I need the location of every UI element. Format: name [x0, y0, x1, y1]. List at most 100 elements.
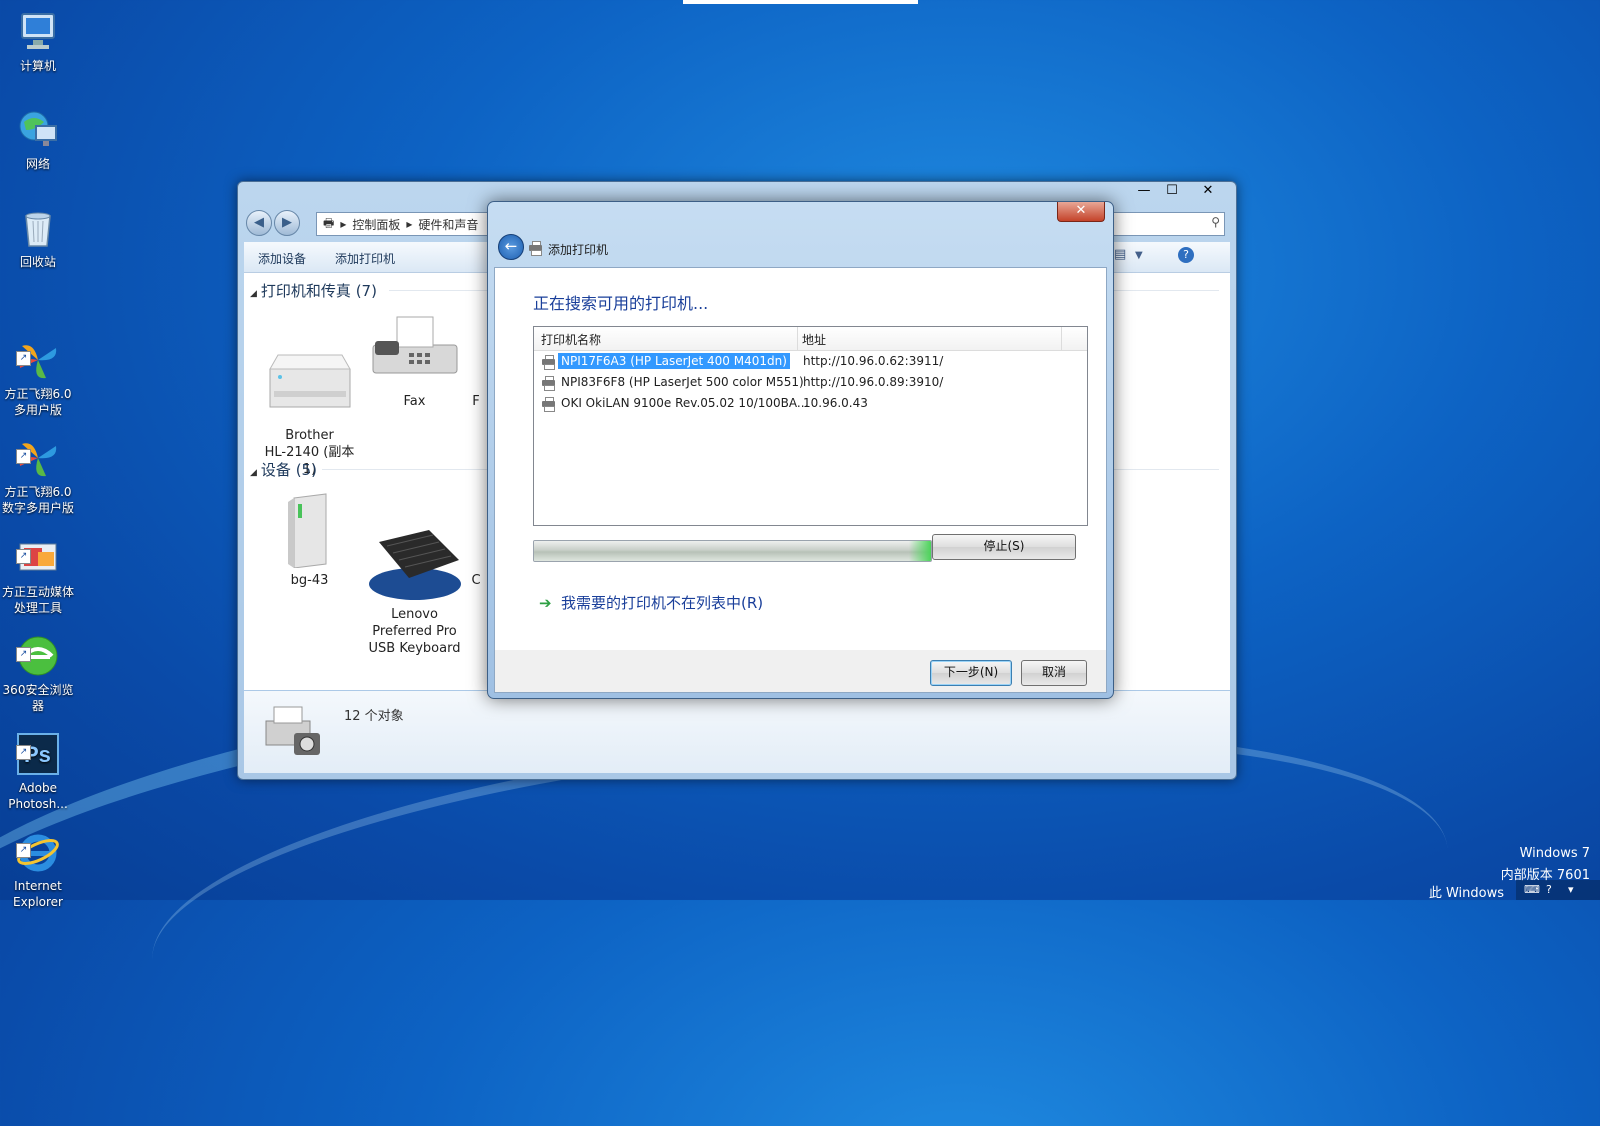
device-label: F: [472, 394, 480, 409]
collapse-triangle-icon: ◢: [250, 468, 257, 478]
dialog-title: 添加打印机: [548, 243, 609, 257]
dialog-close-button[interactable]: ✕: [1057, 202, 1105, 222]
device-label: bg-43: [290, 573, 329, 588]
chevron-down-icon[interactable]: ▾: [1568, 883, 1574, 896]
add-device-button[interactable]: 添加设备: [258, 250, 306, 267]
keyboard-tray-icon[interactable]: ⌨: [1524, 883, 1540, 896]
founder-feixiang-icon: ↗: [16, 322, 60, 379]
printers-group-header[interactable]: ◢ 打印机和传真 (7): [250, 280, 377, 301]
group-title: 设备 (5): [260, 461, 317, 479]
desktop-icon-label: Internet Explorer: [13, 879, 63, 909]
search-progress-bar: [533, 540, 932, 562]
devices-group-header[interactable]: ◢ 设备 (5): [250, 459, 317, 480]
printer-not-listed-link[interactable]: ➔ 我需要的打印机不在列表中(R): [539, 592, 763, 613]
founder-media-tool-icon: ↗: [16, 520, 60, 571]
address-bar[interactable]: 🖶 ▸ 控制面板 ▸ 硬件和声音: [316, 212, 494, 236]
computer-icon: [16, 10, 60, 54]
group-title: 打印机和传真 (7): [260, 282, 377, 300]
search-icon: ⚲: [1211, 215, 1220, 229]
desktop-icon-label: 回收站: [19, 255, 56, 269]
help-icon[interactable]: ?: [1178, 247, 1194, 263]
back-button[interactable]: ◀: [246, 210, 272, 236]
printer-list[interactable]: 打印机名称 地址 NPI17F6A3 (HP LaserJet 400 M401…: [533, 326, 1088, 526]
printer-icon: [541, 355, 556, 370]
printer-address: 10.96.0.43: [803, 396, 868, 410]
forward-button[interactable]: ▶: [274, 210, 300, 236]
shortcut-arrow-icon: ↗: [16, 449, 31, 464]
device-item[interactable]: C: [466, 490, 486, 589]
printer-row[interactable]: OKI OkiLAN 9100e Rev.05.02 10/100BA... 1…: [538, 394, 1083, 414]
printer-name: NPI83F6F8 (HP LaserJet 500 color M551): [561, 375, 804, 389]
laser-printer-icon: [264, 328, 356, 408]
minimize-button[interactable]: —: [1130, 182, 1158, 200]
maximize-button[interactable]: ☐: [1158, 182, 1186, 200]
device-item[interactable]: Lenovo Preferred Pro USB Keyboard: [362, 490, 467, 674]
help-tray-icon[interactable]: ?: [1546, 883, 1552, 896]
arrow-left-icon: ←: [504, 237, 518, 255]
desktop-icon-label: 计算机: [19, 59, 56, 73]
progress-fill: [534, 541, 931, 561]
system-tray[interactable]: ⌨ ? ▾: [1516, 880, 1600, 900]
column-separator[interactable]: [797, 327, 798, 350]
searching-heading: 正在搜索可用的打印机...: [533, 294, 709, 313]
printer-address: http://10.96.0.62:3911/: [803, 354, 944, 368]
printer-row[interactable]: NPI83F6F8 (HP LaserJet 500 color M551) h…: [538, 373, 1083, 393]
breadcrumb-control-panel[interactable]: 控制面板: [352, 216, 400, 233]
device-item[interactable]: F: [466, 311, 486, 410]
device-label: Lenovo Preferred Pro USB Keyboard: [368, 607, 461, 656]
add-printer-button[interactable]: 添加打印机: [335, 250, 395, 267]
close-button[interactable]: ✕: [1186, 182, 1230, 200]
collapse-triangle-icon: ◢: [250, 289, 257, 299]
windows-version-watermark: Windows 7: [1519, 846, 1590, 861]
column-header-address[interactable]: 地址: [802, 331, 826, 348]
list-header: 打印机名称 地址: [534, 327, 1087, 351]
desktop-icon-computer[interactable]: 计算机: [0, 10, 76, 74]
printer-name: NPI17F6A3 (HP LaserJet 400 M401dn): [558, 353, 790, 369]
shortcut-arrow-icon: ↗: [16, 843, 31, 858]
printer-icon: [466, 311, 486, 389]
breadcrumb-separator-icon: ▸: [406, 217, 413, 231]
windows-activation-text: 此 Windows: [1428, 886, 1504, 901]
recycle-bin-icon: [16, 206, 60, 250]
device-item[interactable]: bg-43: [257, 490, 362, 589]
360-browser-icon: ↗: [16, 618, 60, 676]
network-icon: [16, 108, 60, 152]
window-controls: — ☐ ✕: [1130, 182, 1230, 200]
stop-button[interactable]: 停止(S): [932, 534, 1076, 560]
top-bar: [683, 0, 918, 4]
arrow-right-icon: ▶: [282, 215, 292, 230]
breadcrumb-hardware-sound[interactable]: 硬件和声音: [418, 216, 478, 233]
next-button[interactable]: 下一步(N): [930, 660, 1012, 686]
column-separator[interactable]: [1061, 327, 1062, 350]
arrow-left-icon: ◀: [254, 215, 264, 230]
add-printer-dialog[interactable]: ✕ ← 添加打印机 正在搜索可用的打印机... 打印机名称 地址 NPI17F6…: [487, 201, 1114, 699]
pc-tower-icon: [264, 490, 356, 569]
search-input[interactable]: ⚲: [1098, 212, 1225, 236]
column-header-name[interactable]: 打印机名称: [541, 331, 601, 348]
device-item[interactable]: Fax: [362, 311, 467, 410]
printer-name: OKI OkiLAN 9100e Rev.05.02 10/100BA...: [561, 396, 809, 410]
shortcut-arrow-icon: ↗: [16, 351, 31, 366]
details-pane: 12 个对象: [244, 691, 1230, 773]
breadcrumb-separator-icon: ▸: [340, 217, 347, 231]
navigation-buttons: ◀ ▶: [246, 210, 302, 236]
dialog-footer: 下一步(N) 取消: [494, 650, 1107, 693]
desktop-icon-label: 网络: [25, 157, 50, 171]
printer-icon: [541, 376, 556, 391]
link-text: 我需要的打印机不在列表中(R): [561, 594, 764, 612]
keyboard-icon: [368, 507, 461, 600]
shortcut-arrow-icon: ↗: [16, 549, 31, 564]
printer-icon: [528, 241, 542, 256]
view-options-icon[interactable]: ▤: [1114, 247, 1126, 262]
printer-row[interactable]: NPI17F6A3 (HP LaserJet 400 M401dn) http:…: [538, 352, 1083, 372]
printer-icon: [541, 397, 556, 412]
dialog-header: ← 添加打印机: [494, 230, 1105, 264]
desktop-icon-internet-explorer[interactable]: ↗ Internet Explorer: [0, 798, 76, 926]
dialog-body: 正在搜索可用的打印机... 打印机名称 地址 NPI17F6A3 (HP Las…: [494, 267, 1107, 652]
back-button[interactable]: ←: [498, 234, 524, 260]
cancel-button[interactable]: 取消: [1021, 660, 1087, 686]
desktop-icon-network[interactable]: 网络: [0, 108, 76, 172]
photoshop-icon: Ps ↗: [16, 716, 60, 775]
chevron-down-icon[interactable]: ▼: [1135, 250, 1143, 261]
desktop-icon-recycle-bin[interactable]: 回收站: [0, 206, 76, 270]
